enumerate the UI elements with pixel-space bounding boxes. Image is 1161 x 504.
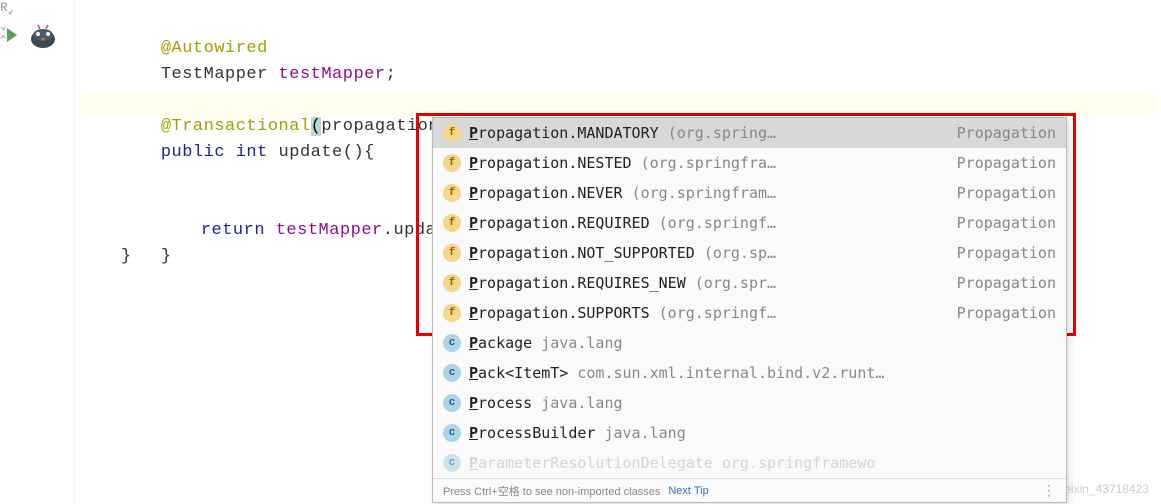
close-brace: } [161, 247, 172, 266]
suggestion-text: Propagation.NOT_SUPPORTED (org.sp… [469, 244, 947, 262]
autocomplete-item[interactable]: f Propagation.MANDATORY (org.spring… Propa… [433, 118, 1066, 148]
run-arrow-icon[interactable] [7, 28, 17, 42]
rename-hint-icon[interactable]: R↙ [0, 0, 74, 19]
autocomplete-item[interactable]: c Pack<ItemT> com.sun.xml.internal.bind.v… [433, 358, 1066, 388]
autocomplete-item[interactable]: f Propagation.NEVER (org.springfram… Propa… [433, 178, 1066, 208]
field-icon: f [443, 184, 461, 202]
suggestion-type: Propagation [957, 244, 1056, 262]
more-icon[interactable]: ⋮ [1042, 482, 1056, 499]
suggestion-text: Pack<ItemT> com.sun.xml.internal.bind.v2… [469, 364, 1046, 382]
method-signature: update(){ [268, 143, 375, 162]
suggestion-text: Propagation.SUPPORTS (org.springf… [469, 304, 947, 322]
keyword: public [161, 143, 225, 162]
class-icon: c [443, 364, 461, 382]
keyword: int [225, 143, 268, 162]
suggestion-text: Propagation.NEVER (org.springfram… [469, 184, 947, 202]
field-name: testMapper [268, 65, 386, 84]
suggestion-type: Propagation [957, 154, 1056, 172]
suggestion-type: Propagation [957, 184, 1056, 202]
keyword: return [201, 221, 265, 240]
field-icon: f [443, 304, 461, 322]
autocomplete-item[interactable]: f Propagation.SUPPORTS (org.springf… Propa… [433, 298, 1066, 328]
annotation: @Transactional [161, 117, 311, 136]
field-icon: f [443, 244, 461, 262]
suggestion-type: Propagation [957, 214, 1056, 232]
footer-hint: Press Ctrl+空格 to see non-imported classe… [443, 483, 660, 499]
field-icon: f [443, 124, 461, 142]
class-icon: c [443, 334, 461, 352]
editor-gutter: R↙ ⌄ ⌃ [0, 0, 75, 504]
field-icon: f [443, 274, 461, 292]
autocomplete-item[interactable]: c ProcessBuilder java.lang [433, 418, 1066, 448]
suggestion-text: Process java.lang [469, 394, 1046, 412]
autocomplete-popup[interactable]: f Propagation.MANDATORY (org.spring… Propa… [432, 117, 1067, 503]
class-icon: c [443, 394, 461, 412]
annotation: @Autowired [161, 39, 268, 58]
field-icon: f [443, 214, 461, 232]
class-icon: c [443, 454, 461, 472]
class-icon [26, 23, 60, 51]
suggestion-text: Propagation.NESTED (org.springfra… [469, 154, 947, 172]
autocomplete-item[interactable]: c ParameterResolutionDelegate org.spring… [433, 448, 1066, 478]
autocomplete-item[interactable]: f Propagation.REQUIRES_NEW (org.spr… Propa… [433, 268, 1066, 298]
type-ref: TestMapper [161, 65, 268, 84]
open-paren: ( [311, 117, 322, 136]
suggestion-text: Propagation.MANDATORY (org.spring… [469, 124, 947, 142]
suggestion-text: Propagation.REQUIRES_NEW (org.spr… [469, 274, 947, 292]
popup-footer: Press Ctrl+空格 to see non-imported classe… [433, 478, 1066, 502]
next-tip-link[interactable]: Next Tip [668, 485, 708, 497]
field-icon: f [443, 154, 461, 172]
suggestion-type: Propagation [957, 124, 1056, 142]
autocomplete-item[interactable]: f Propagation.NESTED (org.springfra… Propa… [433, 148, 1066, 178]
suggestion-text: Package java.lang [469, 334, 1046, 352]
close-brace: } [121, 247, 132, 266]
autocomplete-item[interactable]: f Propagation.REQUIRED (org.springf… Propa… [433, 208, 1066, 238]
autocomplete-item[interactable]: f Propagation.NOT_SUPPORTED (org.sp… Propa… [433, 238, 1066, 268]
suggestion-type: Propagation [957, 274, 1056, 292]
autocomplete-item[interactable]: c Process java.lang [433, 388, 1066, 418]
suggestion-text: Propagation.REQUIRED (org.springf… [469, 214, 947, 232]
autocomplete-item[interactable]: c Package java.lang [433, 328, 1066, 358]
suggestion-type: Propagation [957, 304, 1056, 322]
class-icon: c [443, 424, 461, 442]
suggestion-text: ProcessBuilder java.lang [469, 424, 1046, 442]
